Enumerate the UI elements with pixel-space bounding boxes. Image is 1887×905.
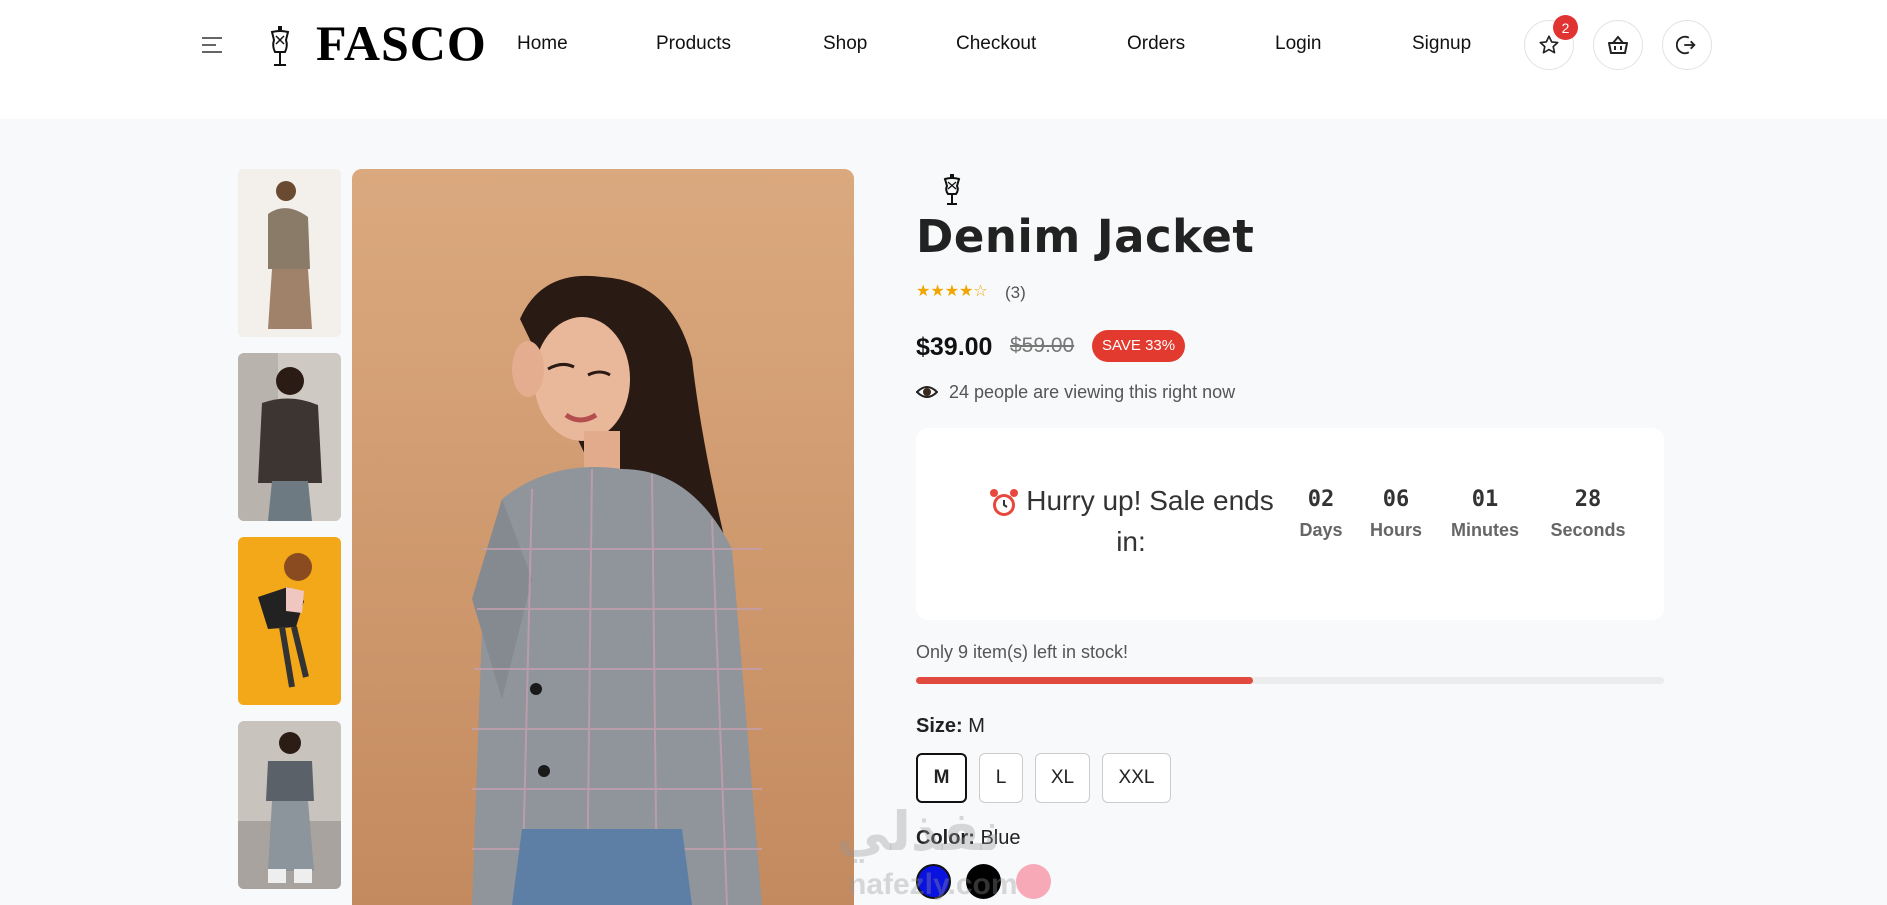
size-option-l[interactable]: L <box>979 753 1023 803</box>
countdown-hours: 06 Hours <box>1365 487 1427 541</box>
current-price: $39.00 <box>916 333 993 361</box>
basket-icon <box>1608 35 1628 54</box>
watermark-logo: نفذلي <box>836 802 1002 862</box>
product-title: Denim Jacket <box>916 210 1255 263</box>
sale-countdown: Hurry up! Sale ends in: 02 Days 06 Hours… <box>916 428 1664 620</box>
top-header: FASCO Home Products Shop Checkout Orders… <box>0 0 1887 119</box>
countdown-days-value: 02 <box>1307 487 1335 512</box>
original-price: $59.00 <box>1010 334 1075 357</box>
countdown-days-label: Days <box>1299 520 1343 540</box>
nav-signup[interactable]: Signup <box>1412 33 1471 55</box>
countdown-minutes-label: Minutes <box>1450 520 1519 540</box>
save-badge: SAVE 33% <box>1092 330 1186 362</box>
size-label: Size: M <box>916 715 985 738</box>
viewers-text: 24 people are viewing this right now <box>949 382 1236 402</box>
stock-progress-bar <box>916 677 1664 684</box>
countdown-minutes-value: 01 <box>1471 487 1499 512</box>
thumbnail-image <box>238 537 341 705</box>
nav-home[interactable]: Home <box>517 33 568 55</box>
countdown-days: 02 Days <box>1292 487 1350 541</box>
cart-button[interactable] <box>1593 20 1643 70</box>
countdown-minutes: 01 Minutes <box>1445 487 1525 541</box>
product-thumbnail-1[interactable] <box>238 169 341 337</box>
countdown-heading: Hurry up! Sale ends in: <box>976 480 1286 562</box>
thumbnail-image <box>238 169 341 337</box>
nav-products[interactable]: Products <box>656 33 731 55</box>
wishlist-count-badge: 2 <box>1553 15 1578 40</box>
watermark-url: nafezly.com <box>848 868 1018 901</box>
countdown-seconds: 28 Seconds <box>1546 487 1630 541</box>
brand-logo-small-icon <box>943 174 961 205</box>
product-thumbnail-3[interactable] <box>238 537 341 705</box>
nav-checkout[interactable]: Checkout <box>956 33 1036 55</box>
thumbnail-image <box>238 353 341 521</box>
thumbnail-image <box>238 721 341 889</box>
size-label-title: Size: <box>916 715 963 737</box>
mannequin-logo-icon[interactable] <box>266 26 294 68</box>
star-icon <box>1539 35 1559 54</box>
stock-progress-fill <box>916 677 1253 684</box>
product-thumbnail-4[interactable] <box>238 721 341 889</box>
logout-button[interactable] <box>1662 20 1712 70</box>
star-rating: ★★★★☆ <box>916 283 988 300</box>
eye-icon <box>916 386 938 398</box>
product-main-image[interactable] <box>352 169 854 905</box>
review-count[interactable]: (3) <box>1005 283 1026 303</box>
nav-login[interactable]: Login <box>1275 33 1322 55</box>
size-option-m[interactable]: M <box>916 753 967 803</box>
countdown-seconds-label: Seconds <box>1550 520 1626 540</box>
color-swatch-pink[interactable] <box>1016 864 1051 899</box>
model-photo <box>352 169 854 905</box>
brand-name[interactable]: FASCO <box>316 14 487 72</box>
alarm-clock-icon <box>990 488 1019 516</box>
countdown-hours-label: Hours <box>1369 520 1422 540</box>
nav-shop[interactable]: Shop <box>823 33 867 55</box>
countdown-heading-text: Hurry up! Sale ends in: <box>1026 485 1274 557</box>
stock-text: Only 9 item(s) left in stock! <box>916 642 1129 662</box>
countdown-hours-value: 06 <box>1382 487 1410 512</box>
menu-icon[interactable] <box>202 36 224 54</box>
selected-size: M <box>968 715 985 737</box>
product-thumbnail-2[interactable] <box>238 353 341 521</box>
nav-orders[interactable]: Orders <box>1127 33 1185 55</box>
size-option-xxl[interactable]: XXL <box>1102 753 1171 803</box>
size-option-xl[interactable]: XL <box>1035 753 1090 803</box>
countdown-seconds-value: 28 <box>1574 487 1602 512</box>
logout-icon <box>1676 35 1696 55</box>
